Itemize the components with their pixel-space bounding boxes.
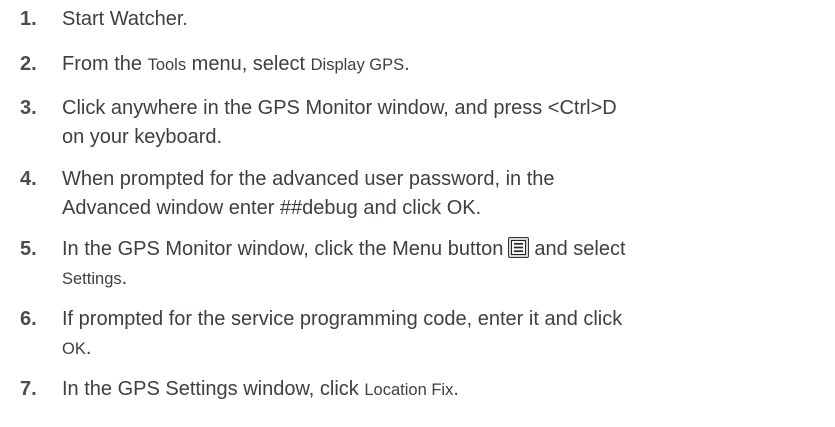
step-text: If prompted for the service programming … — [62, 308, 623, 359]
step-number: 1. — [20, 8, 37, 30]
ui-term-ok: OK — [62, 340, 86, 358]
ui-term-settings: Settings — [62, 270, 122, 288]
step-number: 3. — [20, 97, 37, 119]
step-number: 2. — [20, 53, 37, 75]
menu-button-icon — [508, 237, 530, 258]
ui-term-tools: Tools — [147, 56, 187, 74]
step-text: In the GPS Monitor window, click the Men… — [62, 237, 626, 289]
step-text: In the GPS Settings window, click Locati… — [62, 378, 459, 400]
step-number: 7. — [20, 378, 37, 400]
step-number: 5. — [20, 238, 37, 260]
step-number: 4. — [20, 168, 37, 190]
step-text: When prompted for the advanced user pass… — [62, 168, 555, 219]
ui-term-location-fix: Location Fix — [364, 381, 454, 399]
instruction-steps: 1. Start Watcher. 2. From the Tools menu… — [0, 0, 835, 427]
step-number: 6. — [20, 308, 37, 330]
step-text: Start Watcher. — [62, 8, 188, 30]
ui-term-display-gps: Display GPS — [310, 56, 405, 74]
step-text: From the Tools menu, select Display GPS. — [62, 53, 410, 75]
step-text: Click anywhere in the GPS Monitor window… — [62, 97, 617, 148]
